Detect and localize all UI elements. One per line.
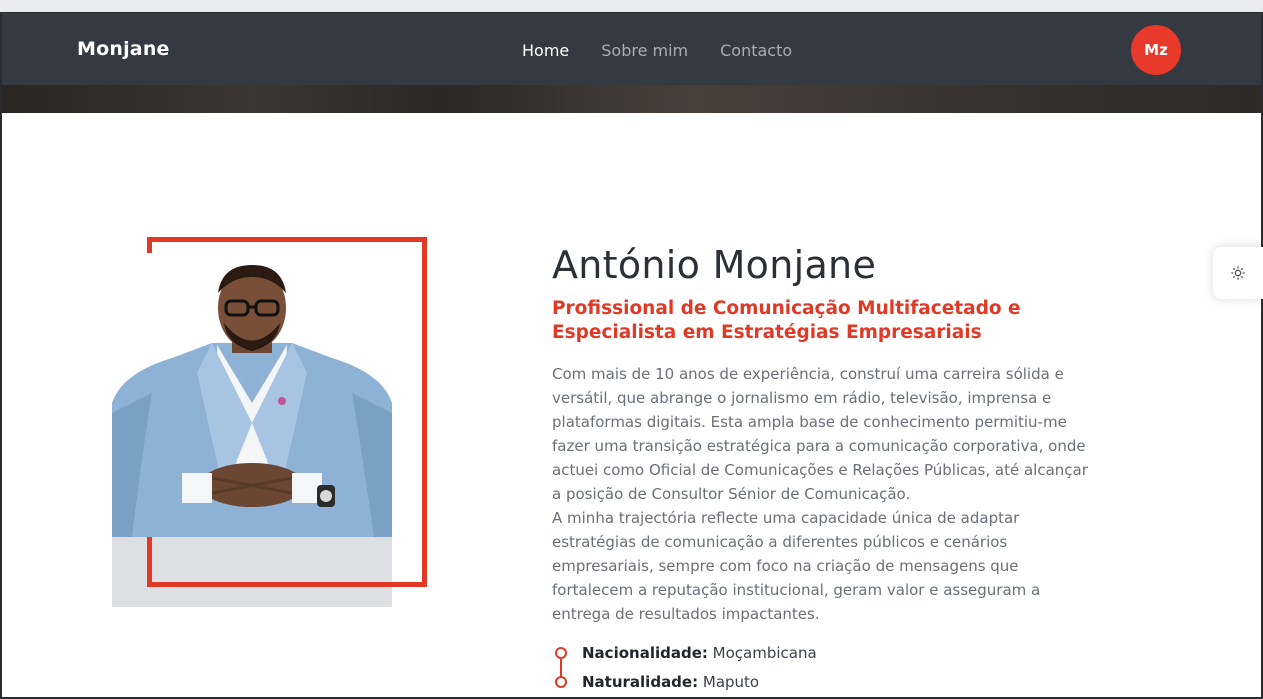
profile-subtitle: Profissional de Comunicação Multifacetad… xyxy=(552,298,1021,343)
timeline-dot-icon xyxy=(555,647,567,659)
fact-value: Maputo xyxy=(702,673,760,691)
portrait-illustration xyxy=(112,253,392,537)
brand-logo[interactable]: Monjane xyxy=(77,38,170,60)
profile-facts: Nacionalidade: Moçambicana Naturalidade:… xyxy=(552,641,1092,699)
about-section: António Monjane Profissional de Comunica… xyxy=(2,113,1261,697)
avatar-button[interactable]: Mz xyxy=(1131,25,1181,75)
profile-bio: Com mais de 10 anos de experiência, cons… xyxy=(552,362,1092,626)
settings-button[interactable] xyxy=(1213,247,1263,299)
nav-sobre-mim[interactable]: Sobre mim xyxy=(601,41,688,60)
gear-icon xyxy=(1231,266,1245,280)
main-nav: Home Sobre mim Contacto xyxy=(522,41,792,60)
nav-home[interactable]: Home xyxy=(522,41,569,60)
browser-top-strip xyxy=(0,0,1263,12)
fact-item: Naturalidade: Maputo xyxy=(552,670,1092,699)
profile-photo xyxy=(112,253,392,537)
profile-name: António Monjane xyxy=(552,243,877,287)
fact-label: Nacionalidade: xyxy=(582,644,708,662)
fact-item: Nacionalidade: Moçambicana xyxy=(552,641,1092,676)
fact-label: Naturalidade: xyxy=(582,673,699,691)
hero-banner-strip xyxy=(2,85,1261,113)
nav-contacto[interactable]: Contacto xyxy=(720,41,792,60)
timeline-dot-icon xyxy=(555,676,567,688)
navbar: Monjane Home Sobre mim Contacto Mz xyxy=(2,12,1261,85)
fact-value: Moçambicana xyxy=(712,644,817,662)
bio-paragraph: Com mais de 10 anos de experiência, cons… xyxy=(552,365,1088,503)
bio-paragraph: A minha trajectória reflecte uma capacid… xyxy=(552,509,1041,623)
